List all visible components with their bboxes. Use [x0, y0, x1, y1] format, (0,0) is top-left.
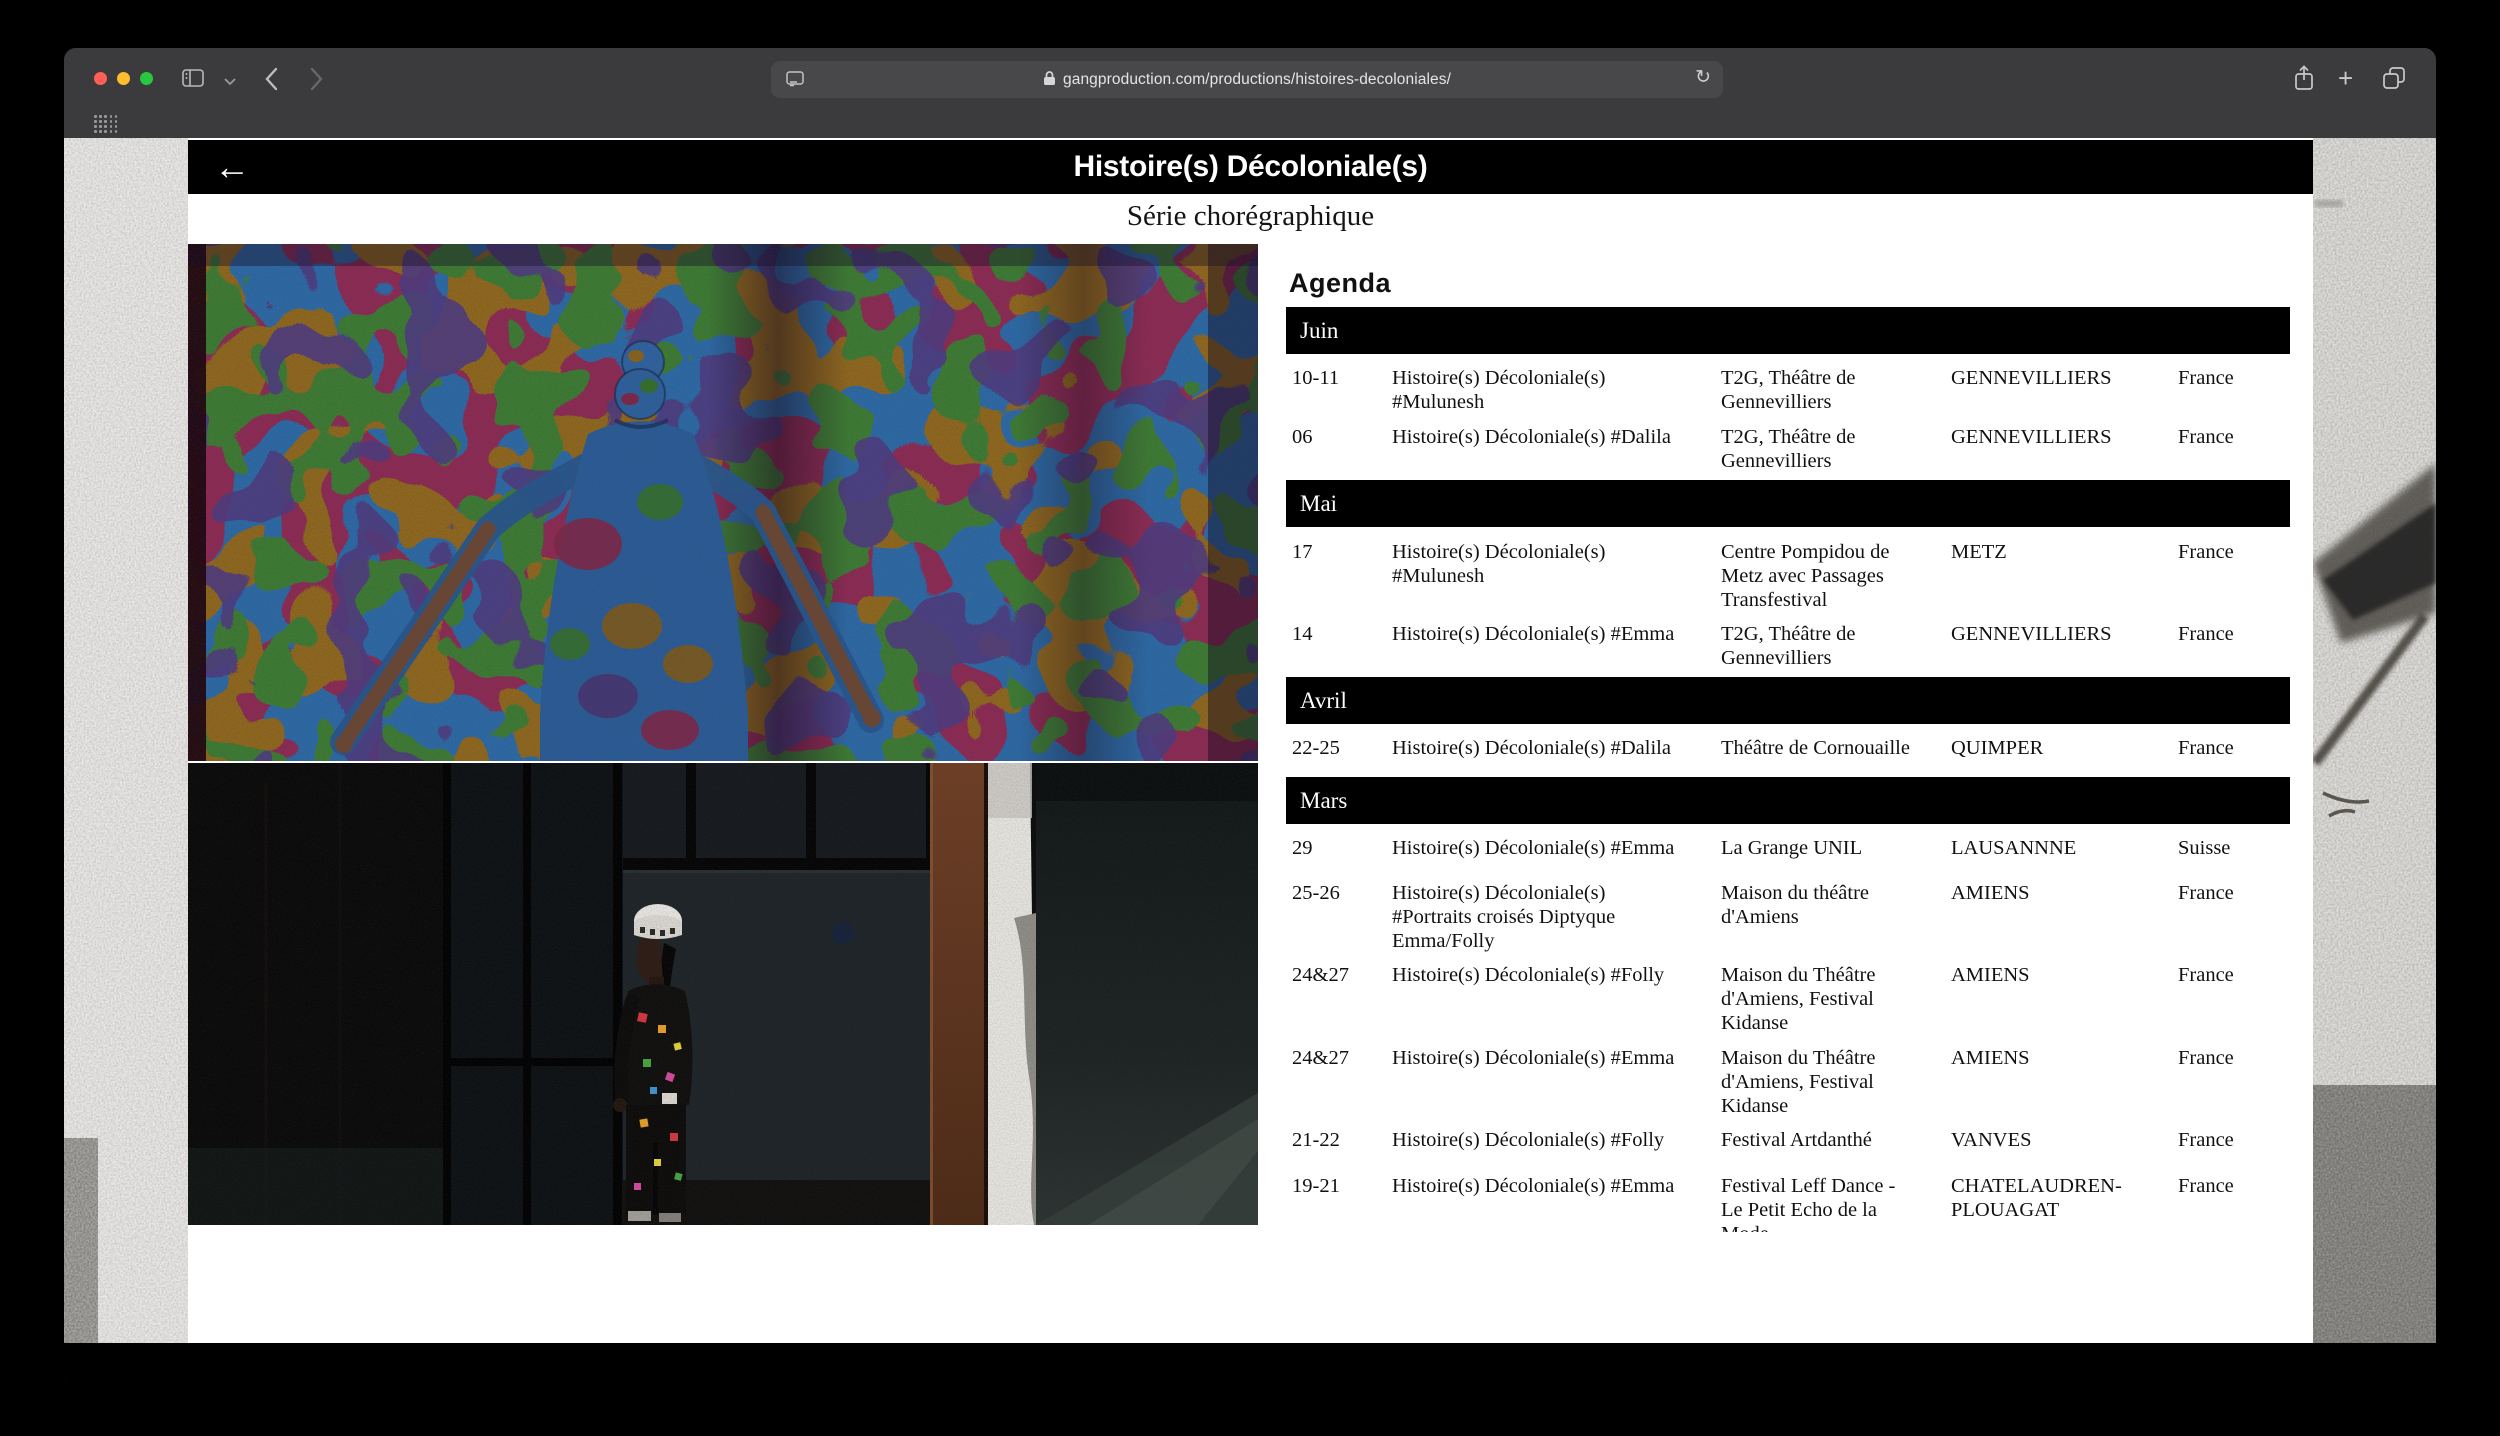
- agenda-title-cell: Histoire(s) Décoloniale(s) #Emma: [1392, 1174, 1722, 1198]
- agenda-date-cell: 24&27: [1292, 963, 1387, 987]
- agenda-venue-cell: T2G, Théâtre de Gennevilliers: [1721, 366, 1947, 414]
- agenda-city-cell: AMIENS: [1951, 1046, 2175, 1070]
- agenda-date-cell: 24&27: [1292, 1046, 1387, 1070]
- agenda-city-cell: VANVES: [1951, 1128, 2175, 1152]
- production-subtitle: Série chorégraphique: [188, 200, 2313, 233]
- reload-icon[interactable]: ↻: [1695, 66, 1711, 89]
- agenda-venue-cell: Festival Artdanthé: [1721, 1128, 1947, 1152]
- zoom-window-button[interactable]: [140, 72, 153, 85]
- agenda-venue-cell: Maison du Théâtre d'Amiens, Festival Kid…: [1721, 963, 1947, 1035]
- agenda-city-cell: AMIENS: [1951, 881, 2175, 905]
- tab-group-grid-icon[interactable]: [94, 115, 120, 134]
- agenda-country-cell: France: [2178, 425, 2288, 449]
- agenda-city-cell: GENNEVILLIERS: [1951, 622, 2175, 646]
- favorites-bar: [64, 110, 2436, 138]
- agenda-venue-cell: Centre Pompidou de Metz avec Passages Tr…: [1721, 540, 1947, 612]
- agenda-country-cell: France: [2178, 622, 2288, 646]
- content-column: ← Histoire(s) Décoloniale(s) Série choré…: [188, 138, 2313, 1343]
- agenda-venue-cell: Théâtre de Cornouaille: [1721, 736, 1947, 760]
- agenda-heading: Agenda: [1289, 268, 1391, 299]
- agenda-country-cell: France: [2178, 366, 2288, 390]
- agenda-date-cell: 14: [1292, 622, 1387, 646]
- production-photo-camouflage: [188, 244, 1258, 761]
- agenda-date-cell: 10-11: [1292, 366, 1387, 390]
- production-title: Histoire(s) Décoloniale(s): [188, 140, 2313, 194]
- desktop: gangproduction.com/productions/histoires…: [0, 0, 2500, 1436]
- agenda-date-cell: 29: [1292, 836, 1387, 860]
- agenda-venue-cell: Maison du Théâtre d'Amiens, Festival Kid…: [1721, 1046, 1947, 1118]
- agenda-venue-cell: T2G, Théâtre de Gennevilliers: [1721, 425, 1947, 473]
- production-header-bar: ← Histoire(s) Décoloniale(s): [188, 140, 2313, 194]
- left-margin-texture: [64, 138, 188, 1343]
- agenda-city-cell: AMIENS: [1951, 963, 2175, 987]
- agenda-venue-cell: La Grange UNIL: [1721, 836, 1947, 860]
- agenda-month-label: Mars: [1300, 788, 1347, 813]
- page-bottom-band: [64, 1343, 2436, 1388]
- agenda-date-cell: 17: [1292, 540, 1387, 564]
- agenda-date-cell: 22-25: [1292, 736, 1387, 760]
- agenda-title-cell: Histoire(s) Décoloniale(s) #Folly: [1392, 1128, 1722, 1152]
- agenda-title-cell: Histoire(s) Décoloniale(s) #Folly: [1392, 963, 1722, 987]
- agenda-date-cell: 25-26: [1292, 881, 1387, 905]
- agenda-title-cell: Histoire(s) Décoloniale(s) #Emma: [1392, 836, 1722, 860]
- address-bar[interactable]: gangproduction.com/productions/histoires…: [771, 61, 1723, 98]
- agenda-city-cell: LAUSANNNE: [1951, 836, 2175, 860]
- agenda-country-cell: France: [2178, 963, 2288, 987]
- right-margin-texture: [2313, 138, 2436, 1343]
- production-photo-hallway: [188, 763, 1258, 1225]
- agenda-section: Agenda Juin10-11Histoire(s) Décoloniale(…: [1286, 260, 2290, 1232]
- close-window-button[interactable]: [94, 72, 107, 85]
- minimize-window-button[interactable]: [117, 72, 130, 85]
- agenda-country-cell: Suisse: [2178, 836, 2288, 860]
- agenda-month-label: Juin: [1300, 318, 1338, 343]
- agenda-month-label: Mai: [1300, 491, 1337, 516]
- agenda-title-cell: Histoire(s) Décoloniale(s) #Mulunesh: [1392, 366, 1722, 414]
- agenda-month-label: Avril: [1300, 688, 1347, 713]
- agenda-title-cell: Histoire(s) Décoloniale(s) #Dalila: [1392, 425, 1722, 449]
- chevron-down-icon[interactable]: [224, 73, 236, 91]
- agenda-venue-cell: T2G, Théâtre de Gennevilliers: [1721, 622, 1947, 670]
- agenda-month-header: Juin: [1286, 307, 2290, 354]
- agenda-country-cell: France: [2178, 1128, 2288, 1152]
- agenda-title-cell: Histoire(s) Décoloniale(s) #Portraits cr…: [1392, 881, 1722, 953]
- share-icon[interactable]: [2294, 65, 2314, 96]
- agenda-country-cell: France: [2178, 736, 2288, 760]
- webpage-viewport: ← Histoire(s) Décoloniale(s) Série choré…: [64, 138, 2436, 1388]
- agenda-title-cell: Histoire(s) Décoloniale(s) #Dalila: [1392, 736, 1722, 760]
- agenda-city-cell: METZ: [1951, 540, 2175, 564]
- sidebar-toggle-icon[interactable]: [182, 69, 204, 92]
- agenda-date-cell: 21-22: [1292, 1128, 1387, 1152]
- agenda-venue-cell: Maison du théâtre d'Amiens: [1721, 881, 1947, 929]
- agenda-city-cell: GENNEVILLIERS: [1951, 366, 2175, 390]
- agenda-country-cell: France: [2178, 881, 2288, 905]
- agenda-month-header: Avril: [1286, 677, 2290, 724]
- agenda-venue-cell: Festival Leff Dance - Le Petit Echo de l…: [1721, 1174, 1947, 1232]
- agenda-title-cell: Histoire(s) Décoloniale(s) #Emma: [1392, 622, 1722, 646]
- agenda-country-cell: France: [2178, 1174, 2288, 1198]
- agenda-city-cell: CHATELAUDREN- PLOUAGAT: [1951, 1174, 2175, 1222]
- forward-button[interactable]: [310, 67, 324, 96]
- agenda-date-cell: 06: [1292, 425, 1387, 449]
- agenda-title-cell: Histoire(s) Décoloniale(s) #Mulunesh: [1392, 540, 1722, 588]
- browser-window: gangproduction.com/productions/histoires…: [64, 48, 2436, 1388]
- agenda-country-cell: France: [2178, 1046, 2288, 1070]
- back-button[interactable]: [264, 67, 278, 96]
- url-text: gangproduction.com/productions/histoires…: [771, 61, 1723, 98]
- new-tab-icon[interactable]: +: [2338, 66, 2353, 90]
- agenda-month-header: Mai: [1286, 480, 2290, 527]
- agenda-city-cell: GENNEVILLIERS: [1951, 425, 2175, 449]
- agenda-month-header: Mars: [1286, 777, 2290, 824]
- agenda-title-cell: Histoire(s) Décoloniale(s) #Emma: [1392, 1046, 1722, 1070]
- agenda-country-cell: France: [2178, 540, 2288, 564]
- tab-overview-icon[interactable]: [2382, 66, 2406, 95]
- agenda-date-cell: 19-21: [1292, 1174, 1387, 1198]
- agenda-city-cell: QUIMPER: [1951, 736, 2175, 760]
